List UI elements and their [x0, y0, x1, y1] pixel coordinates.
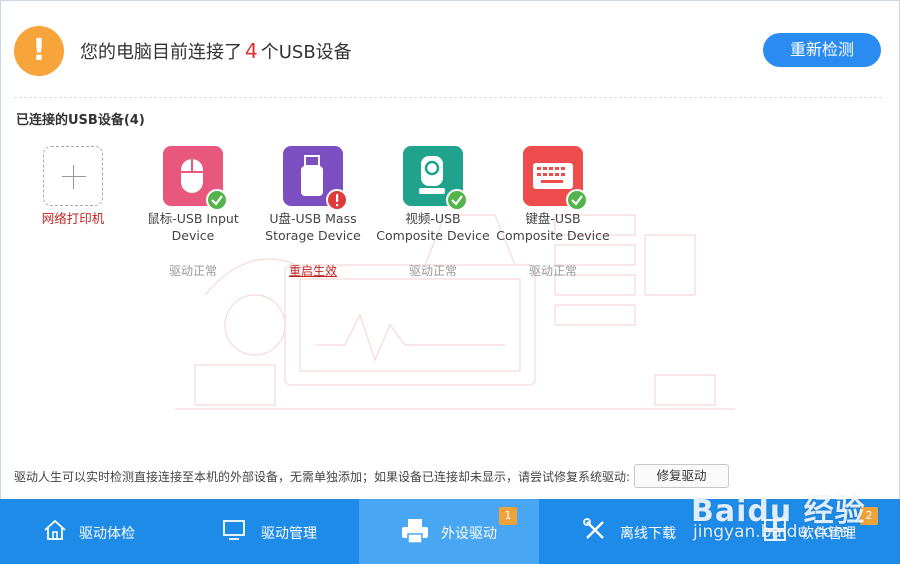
device-webcam[interactable]: 视频-USB Composite Device: [373, 146, 493, 244]
ok-check-icon: [446, 189, 468, 211]
device-network-printer[interactable]: 网络打印机: [13, 146, 133, 227]
title-suffix: 个USB设备: [260, 42, 352, 63]
tools-icon: [583, 518, 604, 539]
tab-peripheral-driver[interactable]: 外设驱动 1: [359, 499, 539, 564]
add-printer-icon[interactable]: [43, 146, 103, 206]
home-icon: [44, 519, 66, 540]
webcam-icon: [403, 146, 468, 211]
device-status-webcam: 驱动正常: [408, 264, 457, 278]
printer-icon: [402, 519, 428, 544]
device-name: 视频-USB Composite Device: [376, 211, 490, 243]
device-mouse[interactable]: 鼠标-USB Input Device: [133, 146, 253, 244]
warning-icon: !: [14, 26, 64, 76]
tab-label: 离线下载: [620, 526, 676, 542]
page-title: 您的电脑目前连接了 4 个USB设备: [80, 38, 352, 64]
section-title: 已连接的USB设备(4): [16, 113, 145, 128]
title-prefix: 您的电脑目前连接了: [80, 42, 242, 63]
device-status-keyboard: 驱动正常: [528, 264, 577, 278]
monitor-icon: [223, 520, 245, 540]
rescan-button[interactable]: 重新检测: [763, 33, 881, 67]
device-name: 鼠标-USB Input Device: [147, 211, 239, 243]
error-icon: [326, 189, 348, 211]
hint-message: 驱动人生可以实时检测直接连接至本机的外部设备，无需单独添加；如果设备已连接却未显…: [14, 470, 631, 484]
device-keyboard[interactable]: 键盘-USB Composite Device: [493, 146, 613, 244]
repair-driver-button[interactable]: 修复驱动: [634, 464, 729, 488]
tab-driver-manage[interactable]: 驱动管理: [180, 499, 360, 564]
mouse-icon: [163, 146, 228, 211]
tab-label: 外设驱动: [441, 526, 497, 542]
ok-check-icon: [566, 189, 588, 211]
device-count: 4: [245, 39, 258, 63]
tab-label: 驱动体检: [79, 526, 135, 542]
device-status-mouse: 驱动正常: [168, 264, 217, 278]
device-name: U盘-USB Mass Storage Device: [265, 211, 361, 243]
device-name: 键盘-USB Composite Device: [496, 211, 610, 243]
ok-check-icon: [206, 189, 228, 211]
tab-driver-check[interactable]: 驱动体检: [0, 499, 180, 564]
tab-badge: 1: [499, 507, 517, 525]
watermark-url: jingyan.baidu.com: [693, 522, 850, 542]
tab-label: 驱动管理: [261, 526, 317, 542]
device-name: 网络打印机: [41, 211, 105, 226]
usb-drive-icon: [283, 146, 348, 211]
keyboard-icon: [523, 146, 588, 211]
device-status-usb-drive-restart-link[interactable]: 重启生效: [253, 262, 373, 279]
device-usb-drive[interactable]: U盘-USB Mass Storage Device: [253, 146, 373, 244]
baidu-jingyan-watermark: Baidu 经验 jingyan.baidu.com: [685, 486, 885, 544]
header: ! 您的电脑目前连接了 4 个USB设备 重新检测: [14, 26, 886, 76]
divider: [14, 97, 882, 98]
